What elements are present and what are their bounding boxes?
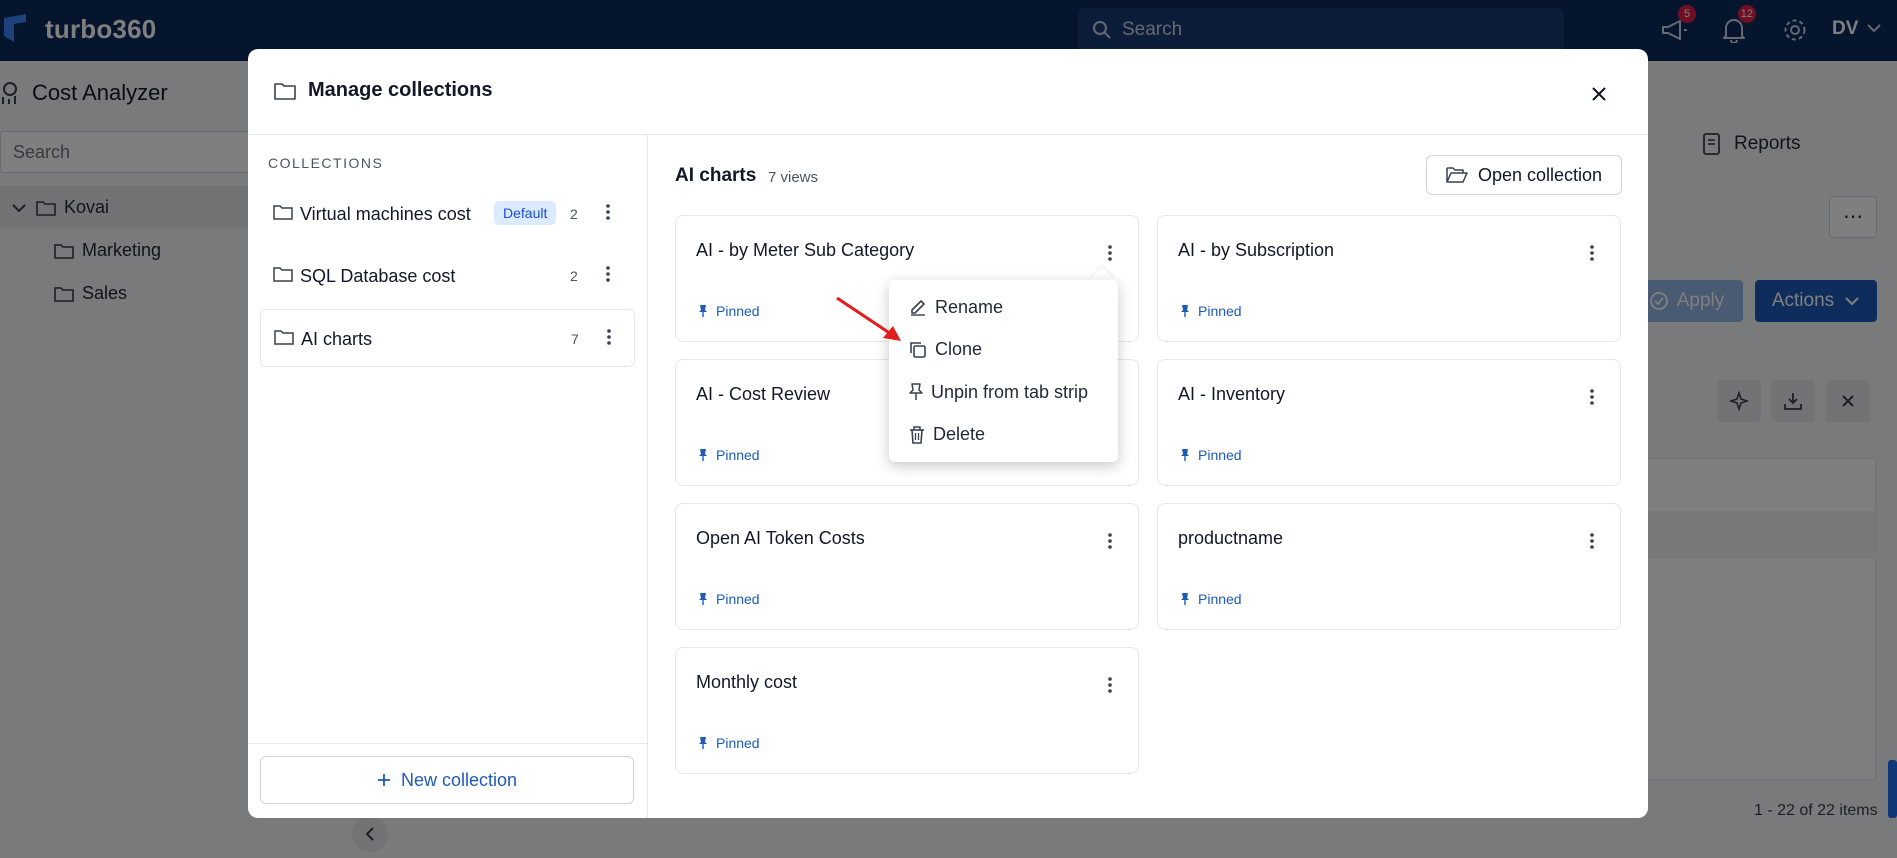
kebab-menu-icon: [1590, 245, 1594, 261]
folder-icon: [273, 205, 293, 220]
pin-icon: [1181, 449, 1189, 461]
menu-item-label: Clone: [935, 339, 983, 360]
collection-name: SQL Database cost: [300, 266, 456, 286]
collections-pane: COLLECTIONS Virtual machines cost Defaul…: [248, 135, 648, 818]
collection-more-button[interactable]: [598, 199, 618, 225]
pinned-label: Pinned: [716, 447, 760, 463]
view-card-ai-by-subscription[interactable]: AI - by Subscription Pinned: [1157, 215, 1621, 342]
menu-item-unpin[interactable]: Unpin from tab strip: [889, 371, 1118, 414]
open-collection-button[interactable]: Open collection: [1426, 155, 1622, 195]
collections-footer: New collection: [248, 743, 648, 818]
view-more-button[interactable]: [1583, 528, 1601, 554]
folder-icon: [274, 330, 294, 345]
open-collection-label: Open collection: [1477, 164, 1603, 185]
view-name: Open AI Token Costs: [696, 528, 865, 548]
pinned-label: Pinned: [1198, 303, 1242, 319]
kebab-menu-icon: [1590, 389, 1594, 405]
menu-item-rename[interactable]: Rename: [889, 286, 1118, 329]
view-name: AI - by Subscription: [1178, 240, 1335, 260]
kebab-menu-icon: [1108, 677, 1112, 693]
menu-item-label: Rename: [935, 296, 1004, 317]
pinned-status: Pinned: [698, 303, 760, 319]
collection-count: 7: [571, 331, 579, 347]
folder-icon: [274, 83, 296, 100]
pin-icon: [699, 449, 707, 461]
close-dialog-button[interactable]: [1584, 79, 1614, 109]
collection-more-button[interactable]: [599, 324, 619, 350]
kebab-menu-icon: [606, 266, 610, 282]
collection-item-virtual-machines[interactable]: Virtual machines cost Default 2: [260, 185, 635, 243]
copy-icon: [910, 341, 926, 358]
pinned-status: Pinned: [1180, 303, 1242, 319]
pin-icon: [1181, 593, 1189, 605]
pinned-label: Pinned: [716, 735, 760, 751]
pinned-status: Pinned: [1180, 591, 1242, 607]
pin-icon: [1181, 305, 1189, 317]
pin-icon: [699, 737, 707, 749]
new-collection-button[interactable]: New collection: [260, 756, 634, 804]
dialog-title: Manage collections: [308, 79, 493, 101]
view-more-button[interactable]: [1583, 384, 1601, 410]
pinned-status: Pinned: [698, 735, 760, 751]
view-card-open-ai-token-costs[interactable]: Open AI Token Costs Pinned: [675, 503, 1139, 630]
menu-item-delete[interactable]: Delete: [889, 414, 1118, 457]
kebab-menu-icon: [1590, 533, 1594, 549]
view-card-monthly-cost[interactable]: Monthly cost Pinned: [675, 647, 1139, 774]
collection-item-sql-database[interactable]: SQL Database cost 2: [260, 247, 635, 305]
view-more-button[interactable]: [1583, 240, 1601, 266]
collections-heading: COLLECTIONS: [268, 155, 384, 171]
view-name: productname: [1178, 528, 1284, 548]
collection-more-button[interactable]: [598, 261, 618, 287]
pinned-status: Pinned: [698, 591, 760, 607]
plus-icon: [377, 774, 390, 786]
pin-icon: [699, 593, 707, 605]
kebab-menu-icon: [1108, 245, 1112, 261]
pinned-status: Pinned: [1180, 447, 1242, 463]
selected-collection-title: AI charts: [675, 165, 757, 186]
view-name: AI - Cost Review: [696, 384, 831, 404]
view-more-button[interactable]: [1101, 240, 1119, 266]
kebab-menu-icon: [606, 204, 610, 220]
trash-icon: [910, 426, 924, 444]
collection-views-pane: AI charts 7 views Open collection AI - b…: [648, 135, 1648, 818]
pencil-icon: [911, 300, 925, 316]
dialog-header: Manage collections: [248, 49, 1648, 135]
pinned-label: Pinned: [1198, 591, 1242, 607]
pinned-label: Pinned: [1198, 447, 1242, 463]
view-name: Monthly cost: [696, 672, 798, 692]
pin-icon: [909, 383, 923, 401]
annotation-arrow-icon: [836, 296, 901, 341]
view-more-button[interactable]: [1101, 528, 1119, 554]
kebab-menu-icon: [607, 329, 611, 345]
pin-icon: [699, 305, 707, 317]
menu-item-clone[interactable]: Clone: [889, 329, 1118, 372]
menu-item-label: Delete: [933, 424, 986, 445]
views-count: 7 views: [768, 169, 819, 186]
pinned-label: Pinned: [716, 303, 760, 319]
kebab-menu-icon: [1108, 533, 1112, 549]
default-badge: Default: [494, 201, 557, 225]
collection-item-ai-charts[interactable]: AI charts 7: [260, 309, 635, 367]
folder-open-icon: [1446, 167, 1468, 183]
view-more-button[interactable]: [1101, 672, 1119, 698]
close-icon: [1592, 87, 1606, 101]
view-name: AI - Inventory: [1178, 384, 1286, 404]
menu-item-label: Unpin from tab strip: [931, 381, 1089, 402]
new-collection-label: New collection: [400, 769, 518, 790]
view-card-productname[interactable]: productname Pinned: [1157, 503, 1621, 630]
view-card-ai-inventory[interactable]: AI - Inventory Pinned: [1157, 359, 1621, 486]
view-context-menu: Rename Clone Unpin from tab strip Delete: [889, 280, 1118, 462]
view-name: AI - by Meter Sub Category: [696, 240, 915, 260]
pinned-label: Pinned: [716, 591, 760, 607]
collection-name: AI charts: [301, 329, 373, 349]
folder-icon: [273, 267, 293, 282]
collection-count: 2: [570, 206, 578, 222]
pinned-status: Pinned: [698, 447, 760, 463]
collection-name: Virtual machines cost: [300, 204, 471, 224]
collection-count: 2: [570, 268, 578, 284]
